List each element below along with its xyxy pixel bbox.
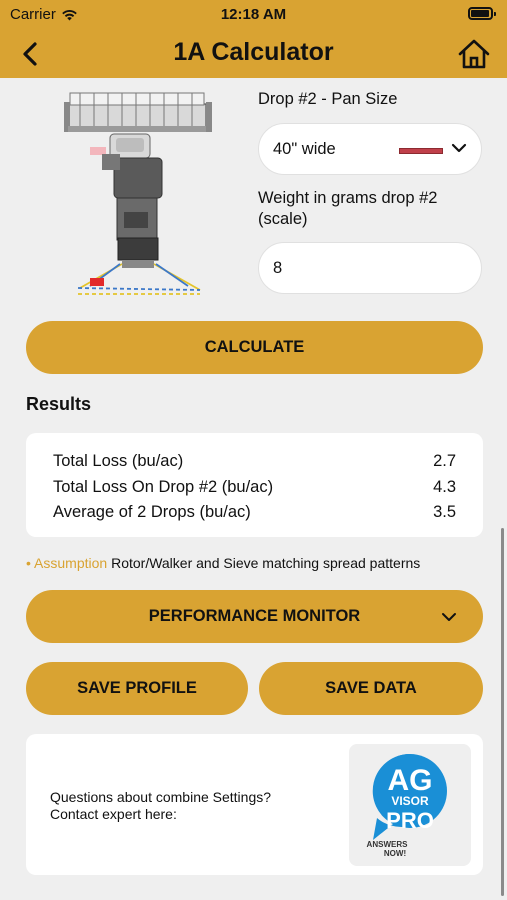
home-icon: [458, 39, 490, 69]
performance-monitor-button[interactable]: PERFORMANCE MONITOR: [26, 590, 483, 643]
logo-pro-text: PRO: [386, 808, 434, 833]
save-data-label: SAVE DATA: [325, 679, 417, 697]
chevron-down-icon: [442, 613, 456, 621]
agvisor-logo-button[interactable]: AG VISOR PRO ANSWERS NOW!: [349, 744, 471, 866]
result-row-total-loss: Total Loss (bu/ac) 2.7: [53, 449, 456, 475]
results-title: Results: [26, 394, 92, 414]
chevron-down-icon: [451, 143, 467, 153]
pan-thumbnail-icon: [399, 148, 443, 154]
result-row-average: Average of 2 Drops (bu/ac) 3.5: [53, 500, 456, 526]
result-label: Total Loss On Drop #2 (bu/ac): [53, 477, 274, 496]
pan-size-value: 40" wide: [273, 139, 336, 158]
drop-pan-2: [90, 278, 104, 286]
calculate-label: CALCULATE: [204, 338, 305, 356]
status-bar: Carrier 12:18 AM: [0, 0, 507, 30]
drop-pan-1: [90, 147, 106, 155]
result-label: Total Loss (bu/ac): [53, 452, 184, 470]
assumption-label: Assumption: [34, 555, 108, 571]
result-label: Average of 2 Drops (bu/ac): [53, 503, 251, 521]
weight-input[interactable]: [258, 242, 482, 294]
combine-diagram: [64, 92, 212, 295]
home-button[interactable]: [455, 35, 493, 73]
logo-visor-text: VISOR: [391, 794, 429, 808]
assumption-bullet: •: [26, 555, 35, 571]
pan-size-label: Drop #2 - Pan Size: [258, 90, 398, 108]
logo-ag-text: AG: [388, 764, 433, 797]
performance-monitor-label: PERFORMANCE MONITOR: [148, 607, 361, 625]
assumption-text: Rotor/Walker and Sieve matching spread p…: [111, 555, 421, 571]
assumption-note: • Assumption Rotor/Walker and Sieve matc…: [26, 554, 420, 572]
contact-expert-text: Questions about combine Settings? Contac…: [50, 789, 271, 823]
result-value: 2.7: [433, 452, 456, 470]
logo-now-text: NOW!: [384, 849, 406, 858]
results-card: Total Loss (bu/ac) 2.7 Total Loss On Dro…: [26, 433, 483, 537]
calculate-button[interactable]: CALCULATE: [26, 321, 483, 374]
save-profile-label: SAVE PROFILE: [77, 679, 197, 697]
contact-expert-card: Questions about combine Settings? Contac…: [26, 734, 483, 875]
page-title: 1A Calculator: [173, 38, 334, 66]
agvisor-pro-logo: AG VISOR PRO ANSWERS NOW!: [367, 753, 447, 858]
nav-bar: 1A Calculator: [0, 30, 507, 78]
result-value: 3.5: [433, 503, 456, 521]
save-profile-button[interactable]: SAVE PROFILE: [26, 662, 248, 715]
status-time: 12:18 AM: [220, 6, 287, 23]
weight-label: Weight in grams drop #2 (scale): [258, 189, 438, 228]
contact-line-2: Contact expert here:: [50, 806, 177, 822]
battery-icon: [468, 7, 496, 20]
save-data-button[interactable]: SAVE DATA: [259, 662, 483, 715]
pan-size-select[interactable]: 40" wide: [258, 123, 482, 175]
result-row-drop2-loss: Total Loss On Drop #2 (bu/ac) 4.3: [53, 475, 456, 501]
contact-line-1: Questions about combine Settings?: [50, 789, 272, 805]
result-value: 4.3: [433, 477, 456, 496]
scrollbar[interactable]: [501, 528, 504, 896]
logo-answers-text: ANSWERS: [367, 840, 409, 849]
combine-body: [102, 133, 163, 268]
header-reel: [64, 92, 212, 132]
